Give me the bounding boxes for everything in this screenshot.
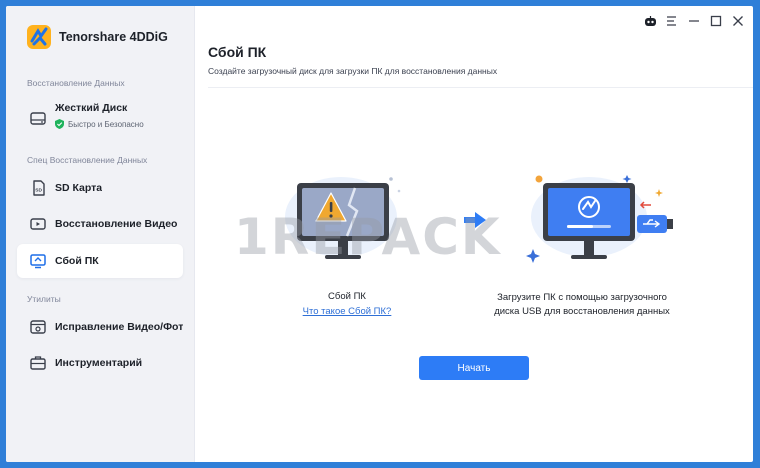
sidebar-item-label: Сбой ПК [55,255,99,267]
hard-disk-icon [30,112,46,125]
sidebar-item-label: Исправление Видео/Фот [55,321,183,333]
minimize-icon [689,20,699,22]
sidebar-item-video-photo-repair[interactable]: Исправление Видео/Фот [17,310,183,344]
what-is-pc-crash-link[interactable]: Что такое Сбой ПК? [277,306,417,317]
maximize-button[interactable] [709,14,723,28]
shield-check-icon [55,119,64,129]
toolbox-icon [30,356,46,370]
sidebar-item-pc-crash[interactable]: Сбой ПК [17,244,183,278]
app-window: Tenorshare 4DDiG Восстановление Данных Ж… [6,6,753,462]
close-button[interactable] [731,14,745,28]
close-icon [733,16,743,26]
usb-boot-pc-illustration [526,175,673,263]
crashed-pc-illustration [285,177,401,259]
sidebar: Tenorshare 4DDiG Восстановление Данных Ж… [6,6,195,462]
sidebar-item-label: Жесткий Диск [55,102,128,114]
svg-text:SD: SD [35,188,42,194]
window-controls [635,14,745,28]
sidebar-item-label: SD Карта [55,182,103,194]
menu-button[interactable] [665,14,679,28]
minimize-button[interactable] [687,14,701,28]
sidebar-item-label: Восстановление Видео [55,218,178,230]
feedback-button[interactable] [643,14,657,28]
video-icon [30,218,46,230]
start-button[interactable]: Начать [419,356,529,380]
section-title-special-recovery: Спец Восстановление Данных [27,155,148,165]
sidebar-item-toolbox[interactable]: Инструментарий [17,346,183,380]
brand: Tenorshare 4DDiG [26,24,168,50]
robot-icon [644,15,656,26]
menu-icon [667,16,676,26]
app-logo-icon [27,25,51,49]
app-name: Tenorshare 4DDiG [59,30,168,44]
sidebar-item-hard-disk[interactable]: Жесткий Диск Быстро и Безопасно [17,96,183,140]
sd-card-icon: SD [33,180,45,196]
arrow-right-icon [464,212,486,228]
sidebar-item-sd-card[interactable]: SD SD Карта [17,171,183,205]
page-subtitle: Создайте загрузочный диск для загрузки П… [208,66,498,76]
pc-crash-icon [30,254,46,269]
sidebar-item-sublabel: Быстро и Безопасно [68,119,144,129]
sidebar-item-video-recovery[interactable]: Восстановление Видео [17,207,183,241]
section-title-data-recovery: Восстановление Данных [27,78,125,88]
page-title: Сбой ПК [208,44,267,60]
sidebar-item-label: Инструментарий [55,357,143,369]
step1-caption: Сбой ПК [328,291,366,302]
maximize-icon [710,15,722,27]
divider [208,87,753,88]
main-panel: Сбой ПК Создайте загрузочный диск для за… [195,6,753,462]
step2-caption: Загрузите ПК с помощью загрузочного диск… [494,292,670,317]
section-title-utilities: Утилиты [27,294,61,304]
repair-icon [30,320,46,334]
